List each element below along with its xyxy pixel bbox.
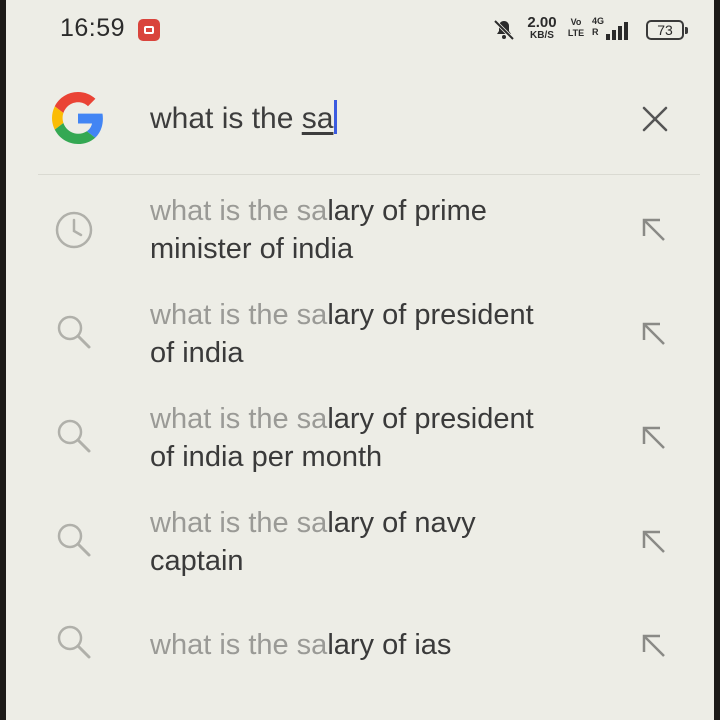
suggestion-item[interactable]: what is the salary of prime minister of … <box>6 190 714 282</box>
mute-icon <box>493 19 515 41</box>
suggestion-prefix: what is the sa <box>150 403 328 435</box>
volte-bottom: LTE <box>567 28 585 38</box>
suggestion-prefix: what is the sa <box>150 507 328 539</box>
arrow-up-left-icon[interactable] <box>638 526 670 558</box>
suggestion-line2: of india <box>150 337 244 369</box>
suggestion-text: what is the salary of navy captain <box>150 504 600 580</box>
speed-unit: KB/S <box>530 30 554 41</box>
network-bottom: R <box>592 27 599 37</box>
status-time: 16:59 <box>60 14 126 42</box>
suggestion-prefix: what is the sa <box>150 299 328 331</box>
volte-top: Vo <box>570 17 582 27</box>
suggestion-line2: of india per month <box>150 441 383 473</box>
speed-value: 2.00 <box>527 14 557 31</box>
suggestion-rest: lary of ias <box>327 629 452 661</box>
search-icon <box>57 625 91 659</box>
suggestion-prefix: what is the sa <box>150 629 328 661</box>
network-speed: 2.00 KB/S <box>522 14 562 41</box>
suggestion-text: what is the salary of ias <box>150 626 600 664</box>
arrow-up-left-icon[interactable] <box>638 318 670 350</box>
volte-indicator: Vo LTE <box>566 17 586 39</box>
arrow-up-left-icon[interactable] <box>638 630 670 662</box>
query-typed: sa <box>301 102 334 135</box>
search-icon <box>57 315 91 349</box>
suggestion-item[interactable]: what is the salary of president of india… <box>6 398 714 490</box>
search-icon <box>57 419 91 453</box>
app-notification-icon <box>138 19 160 41</box>
suggestion-item[interactable]: what is the salary of navy captain <box>6 502 714 594</box>
divider <box>38 174 700 175</box>
suggestion-line2: captain <box>150 545 244 577</box>
query-prefix: what is the <box>150 102 302 135</box>
suggestion-rest: lary of president <box>327 299 534 331</box>
network-type: 4G R <box>592 16 604 38</box>
suggestion-text: what is the salary of president of india… <box>150 400 600 476</box>
suggestion-rest: lary of prime <box>327 195 487 227</box>
suggestion-rest: lary of navy <box>327 507 476 539</box>
google-logo <box>52 92 103 144</box>
phone-screen: 16:59 2.00 KB/S Vo LTE 4G R 73 what is t… <box>6 0 714 720</box>
text-caret <box>334 100 338 134</box>
history-icon <box>55 211 93 249</box>
network-top: 4G <box>592 16 605 26</box>
signal-icon <box>606 22 628 40</box>
arrow-up-left-icon[interactable] <box>638 422 670 454</box>
search-input[interactable]: what is the sa <box>150 100 338 136</box>
arrow-up-left-icon[interactable] <box>638 214 670 246</box>
suggestion-rest: lary of president <box>327 403 534 435</box>
suggestion-item[interactable]: what is the salary of president of india <box>6 294 714 386</box>
suggestion-item[interactable]: what is the salary of ias <box>6 612 714 704</box>
suggestion-text: what is the salary of president of india <box>150 296 600 372</box>
battery-icon: 73 <box>646 20 688 40</box>
close-icon[interactable] <box>636 100 674 138</box>
suggestion-prefix: what is the sa <box>150 195 328 227</box>
search-icon <box>57 523 91 557</box>
suggestion-line2: minister of india <box>150 233 354 265</box>
suggestion-text: what is the salary of prime minister of … <box>150 192 600 268</box>
